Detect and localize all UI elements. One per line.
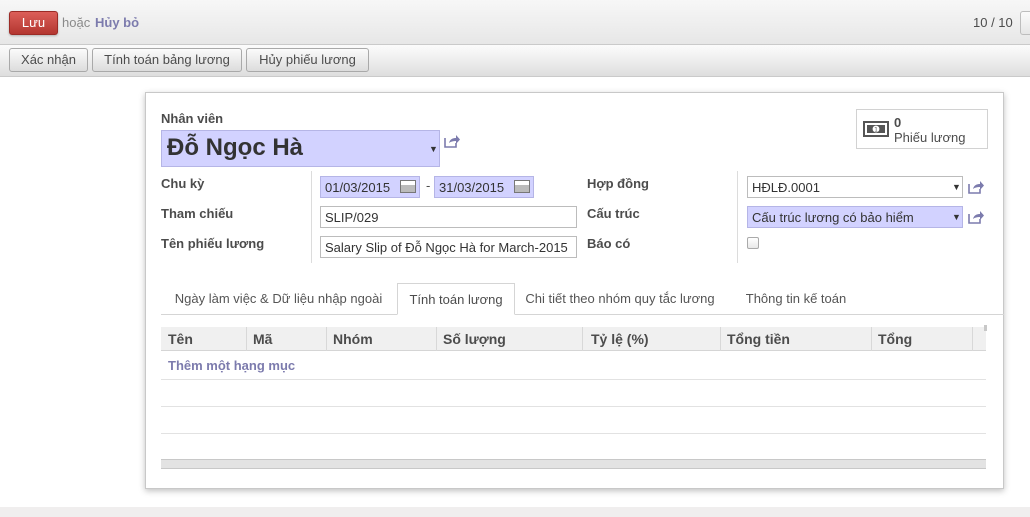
- payslip-name-value: Salary Slip of Đỗ Ngọc Hà for March-2015: [325, 240, 568, 255]
- discard-link[interactable]: Hủy bỏ: [95, 15, 139, 30]
- contract-label: Hợp đồng: [587, 176, 649, 191]
- confirm-button[interactable]: Xác nhận: [9, 48, 88, 72]
- external-link-icon[interactable]: [444, 134, 460, 148]
- action-button-bar: Xác nhận Tính toán bảng lương Hủy phiếu …: [0, 45, 1030, 77]
- column-header-code[interactable]: Mã: [253, 331, 272, 347]
- column-header-amount[interactable]: Tổng tiền: [727, 331, 790, 347]
- form-header-bar: Lưu hoặc Hủy bỏ 10 / 10: [0, 0, 1030, 45]
- external-link-icon[interactable]: [968, 210, 984, 224]
- reference-value: SLIP/029: [325, 210, 379, 225]
- date-from-field[interactable]: 01/03/2015: [320, 176, 420, 198]
- credit-note-label: Báo có: [587, 236, 631, 251]
- structure-label: Cấu trúc: [587, 206, 640, 221]
- chevron-down-icon: ▼: [952, 212, 961, 222]
- chevron-down-icon: ▼: [952, 182, 961, 192]
- employee-value: Đỗ Ngọc Hà: [167, 134, 304, 161]
- chevron-down-icon: ▼: [429, 144, 438, 154]
- column-header-category[interactable]: Nhóm: [333, 331, 373, 347]
- reference-label: Tham chiếu: [161, 206, 234, 221]
- group-divider: [311, 171, 312, 263]
- contract-select[interactable]: HĐLĐ.0001 ▼: [747, 176, 963, 198]
- tab-salary-computation[interactable]: Tính toán lương: [397, 283, 515, 315]
- tab-accounting-info[interactable]: Thông tin kế toán: [731, 283, 861, 315]
- payslip-name-field[interactable]: Salary Slip of Đỗ Ngọc Hà for March-2015: [320, 236, 577, 258]
- svg-text:1: 1: [874, 127, 878, 134]
- date-from-value: 01/03/2015: [325, 180, 391, 195]
- notebook-tabs: Ngày làm việc & Dữ liệu nhập ngoài Tính …: [161, 283, 1004, 315]
- structure-select[interactable]: Cấu trúc lương có bảo hiểm ▼: [747, 206, 963, 228]
- table-row: [161, 379, 986, 380]
- payslip-form-sheet: Nhân viên Đỗ Ngọc Hà ▼ 1 0 Phiếu lương C…: [145, 92, 1004, 489]
- table-row: [161, 433, 986, 434]
- tab-worked-days-inputs[interactable]: Ngày làm việc & Dữ liệu nhập ngoài: [161, 283, 396, 315]
- money-icon: 1: [863, 121, 889, 137]
- payslip-count-label: Phiếu lương: [894, 130, 966, 145]
- column-divider: [246, 327, 247, 351]
- column-header-rate[interactable]: Tỷ lệ (%): [591, 331, 649, 347]
- tab-details-by-rule-category[interactable]: Chi tiết theo nhóm quy tắc lương: [517, 283, 723, 315]
- pager-counter: 10 / 10: [973, 15, 1013, 30]
- group-divider: [737, 171, 738, 263]
- column-divider: [972, 327, 973, 351]
- payslip-lines-table-header: Tên Mã Nhóm Số lượng Tỷ lệ (%) Tổng tiền…: [161, 327, 986, 351]
- table-scroll-edge: [984, 325, 987, 331]
- compute-sheet-button[interactable]: Tính toán bảng lương: [92, 48, 242, 72]
- column-header-name[interactable]: Tên: [168, 331, 193, 347]
- reference-field[interactable]: SLIP/029: [320, 206, 577, 228]
- date-to-field[interactable]: 31/03/2015: [434, 176, 534, 198]
- column-divider: [582, 327, 583, 351]
- external-link-icon[interactable]: [968, 180, 984, 194]
- pager-previous-button[interactable]: [1020, 11, 1030, 35]
- cancel-payslip-button[interactable]: Hủy phiếu lương: [246, 48, 369, 72]
- payslip-count-smart-button[interactable]: 1 0 Phiếu lương: [856, 109, 988, 149]
- calendar-icon[interactable]: [514, 180, 530, 193]
- calendar-icon[interactable]: [400, 180, 416, 193]
- add-line-link[interactable]: Thêm một hạng mục: [168, 358, 295, 373]
- column-divider: [720, 327, 721, 351]
- employee-label: Nhân viên: [161, 111, 224, 126]
- or-text: hoặc: [62, 15, 91, 30]
- column-header-quantity[interactable]: Số lượng: [443, 331, 506, 347]
- table-row: [161, 406, 986, 407]
- date-to-value: 31/03/2015: [439, 180, 505, 195]
- credit-note-checkbox[interactable]: [747, 237, 759, 249]
- structure-value: Cấu trúc lương có bảo hiểm: [752, 210, 914, 225]
- period-label: Chu kỳ: [161, 176, 205, 191]
- column-header-total[interactable]: Tổng: [878, 331, 912, 347]
- payslip-count: 0: [894, 115, 902, 130]
- employee-select[interactable]: Đỗ Ngọc Hà ▼: [161, 130, 440, 167]
- contract-value: HĐLĐ.0001: [752, 180, 820, 195]
- date-range-dash: -: [426, 178, 431, 193]
- table-footer: [161, 459, 986, 469]
- column-divider: [871, 327, 872, 351]
- save-button[interactable]: Lưu: [9, 11, 58, 35]
- column-divider: [436, 327, 437, 351]
- payslip-name-label: Tên phiếu lương: [161, 236, 265, 251]
- column-divider: [326, 327, 327, 351]
